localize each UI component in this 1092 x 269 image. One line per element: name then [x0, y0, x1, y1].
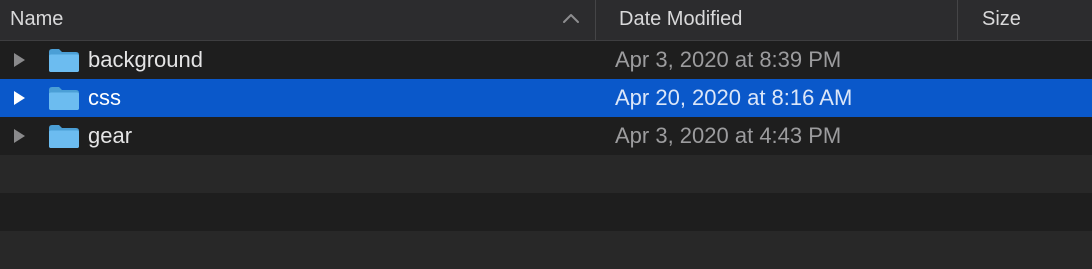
disclosure-triangle-icon[interactable] — [12, 127, 26, 145]
column-header-date-modified[interactable]: Date Modified — [619, 0, 949, 40]
disclosure-triangle-icon[interactable] — [12, 51, 26, 69]
column-header-size-label: Size — [982, 8, 1021, 30]
file-name: gear — [88, 123, 133, 148]
file-name: background — [88, 47, 203, 72]
file-date-modified: Apr 20, 2020 at 8:16 AM — [615, 85, 853, 110]
column-resize-handle-name[interactable] — [595, 0, 596, 40]
file-browser: Name Date Modified Size background Apr 3… — [0, 0, 1092, 269]
column-header-bar: Name Date Modified Size — [0, 0, 1092, 41]
file-row-selected[interactable]: css Apr 20, 2020 at 8:16 AM — [0, 79, 1092, 117]
folder-icon — [49, 125, 79, 148]
column-header-name[interactable]: Name — [10, 0, 594, 40]
file-date-modified: Apr 3, 2020 at 4:43 PM — [615, 123, 842, 148]
disclosure-triangle-icon[interactable] — [12, 89, 26, 107]
file-row[interactable]: gear Apr 3, 2020 at 4:43 PM — [0, 117, 1092, 155]
column-header-date-label: Date Modified — [619, 8, 743, 30]
folder-icon — [49, 87, 79, 110]
file-row[interactable]: background Apr 3, 2020 at 8:39 PM — [0, 41, 1092, 79]
empty-row — [0, 155, 1092, 193]
column-header-name-label: Name — [10, 8, 64, 30]
empty-row — [0, 231, 1092, 269]
file-name: css — [88, 85, 121, 110]
empty-row — [0, 193, 1092, 231]
file-list: background Apr 3, 2020 at 8:39 PM css Ap… — [0, 41, 1092, 269]
folder-icon — [49, 49, 79, 72]
chevron-up-icon[interactable] — [562, 12, 580, 24]
column-resize-handle-date[interactable] — [957, 0, 958, 40]
column-header-size[interactable]: Size — [982, 0, 1092, 40]
file-date-modified: Apr 3, 2020 at 8:39 PM — [615, 47, 842, 72]
